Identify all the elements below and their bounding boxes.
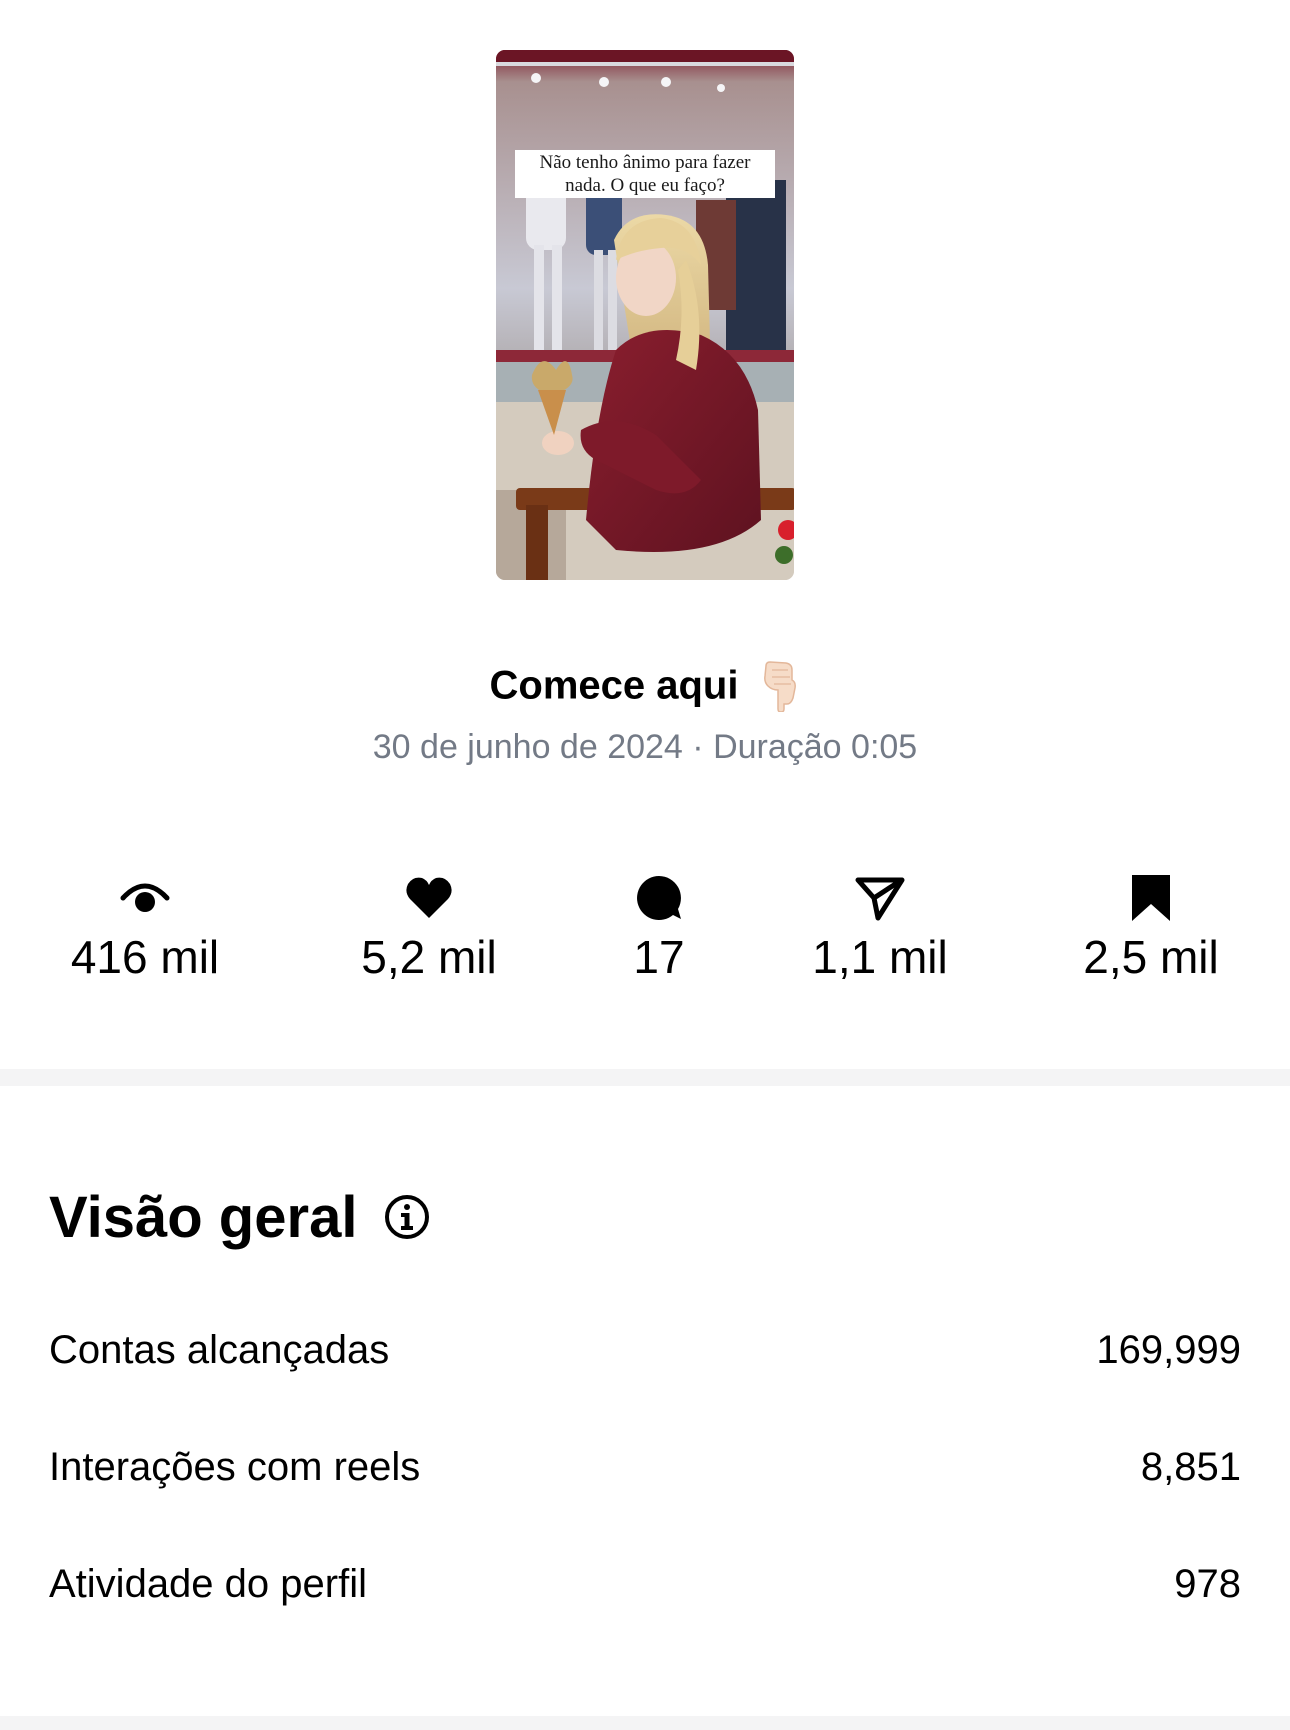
stat-row-profile-activity[interactable]: Atividade do perfil 978 (49, 1554, 1241, 1614)
pointing-down-hand-emoji (764, 661, 797, 712)
likes-count: 5,2 mil (361, 931, 497, 983)
stat-label: Contas alcançadas (49, 1327, 390, 1372)
thumbnail-image (496, 50, 794, 580)
reel-meta: 30 de junho de 2024 · Duração 0:05 (0, 728, 1290, 767)
heart-icon (406, 877, 452, 918)
stat-value: 978 (1174, 1561, 1241, 1606)
comments-count: 17 (633, 931, 685, 983)
stat-label: Atividade do perfil (49, 1561, 367, 1606)
stat-row-reel-interactions[interactable]: Interações com reels 8,851 (49, 1437, 1241, 1497)
stat-label: Interações com reels (49, 1444, 421, 1489)
metric-views[interactable]: 416 mil (45, 872, 245, 984)
metric-likes[interactable]: 5,2 mil (329, 872, 529, 984)
metric-saves[interactable]: 2,5 mil (1051, 872, 1251, 984)
shares-count: 1,1 mil (812, 931, 948, 983)
info-icon[interactable] (383, 1193, 431, 1241)
stat-value: 8,851 (1140, 1444, 1241, 1489)
reel-date: 30 de junho de 2024 (372, 728, 683, 766)
reel-title: Comece aqui (489, 663, 739, 708)
overview-header: Visão geral (49, 1182, 431, 1252)
overview-title: Visão geral (49, 1184, 358, 1250)
stat-row-accounts-reached[interactable]: Contas alcançadas 169,999 (49, 1320, 1241, 1380)
eye-icon (120, 883, 170, 912)
stat-value: 169,999 (1096, 1327, 1241, 1372)
saves-count: 2,5 mil (1083, 931, 1219, 983)
bookmark-icon (1132, 875, 1170, 921)
comment-icon (637, 876, 681, 920)
share-icon (855, 877, 905, 921)
reel-title-row: Comece aqui (0, 660, 1290, 712)
duration-label: Duração (713, 728, 842, 766)
bottom-divider (0, 1716, 1290, 1730)
duration-value: 0:05 (851, 728, 918, 766)
reel-thumbnail[interactable]: Não tenho ânimo para fazer nada. O que e… (496, 50, 794, 580)
thumbnail-caption: Não tenho ânimo para fazer nada. O que e… (515, 150, 775, 198)
views-count: 416 mil (70, 931, 220, 983)
metric-shares[interactable]: 1,1 mil (780, 872, 980, 984)
metric-comments[interactable]: 17 (559, 872, 759, 984)
meta-separator: · (692, 728, 704, 766)
section-divider (0, 1069, 1290, 1086)
